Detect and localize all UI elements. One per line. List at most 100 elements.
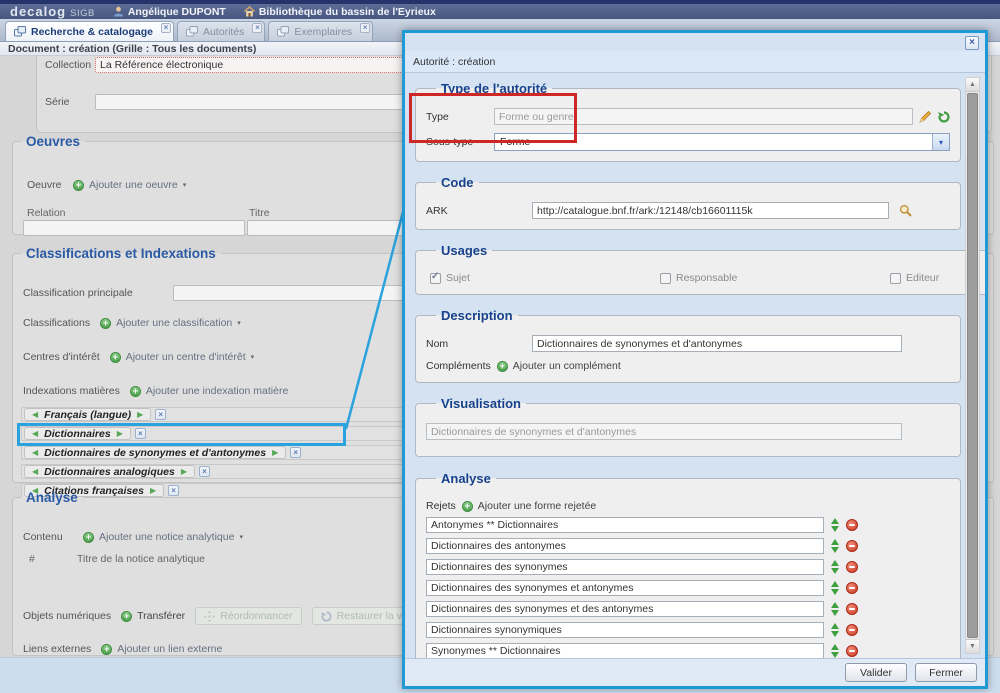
sort-updown-icon[interactable]: [831, 602, 839, 616]
subject-tag-label: Dictionnaires de synonymes et d'antonyme…: [44, 447, 266, 459]
plus-icon: +: [100, 318, 111, 329]
close-tab-icon[interactable]: ×: [360, 23, 370, 33]
usage-checkbox: Responsable: [660, 272, 890, 284]
objets-label: Objets numériques: [23, 610, 111, 622]
oeuvres-title: Oeuvres: [21, 134, 85, 149]
chevron-down-icon[interactable]: ▾: [932, 134, 949, 150]
valider-button[interactable]: Valider: [845, 663, 907, 682]
move-left-icon[interactable]: ◀: [32, 465, 38, 478]
classifications-label: Classifications: [23, 317, 90, 329]
subject-tag[interactable]: ◀ Dictionnaires analogiques ▶: [24, 465, 195, 478]
scrollbar-thumb[interactable]: [967, 93, 978, 638]
ark-label: ARK: [426, 205, 526, 217]
move-right-icon[interactable]: ▶: [181, 465, 187, 478]
classifications-title: Classifications et Indexations: [21, 246, 221, 261]
dialog-body: Type de l'autorité Type Sous-type Forme: [405, 73, 985, 658]
tab[interactable]: Recherche & catalogage ×: [5, 21, 174, 41]
add-rejet-button[interactable]: + Ajouter une forme rejetée: [462, 500, 596, 512]
notice-title-column-header: Titre de la notice analytique: [77, 553, 205, 565]
user-icon: [113, 6, 124, 17]
rejected-form-input[interactable]: [426, 559, 824, 575]
usages-checkboxes: Sujet Responsable Editeur: [426, 272, 985, 284]
remove-row-icon[interactable]: [846, 603, 858, 615]
sort-updown-icon[interactable]: [831, 644, 839, 658]
remove-row-icon[interactable]: [846, 561, 858, 573]
plus-icon: +: [83, 532, 94, 543]
restore-icon: [321, 611, 332, 622]
add-lien-button[interactable]: + Ajouter un lien externe: [101, 643, 222, 655]
move-right-icon[interactable]: ▶: [272, 446, 278, 459]
description-section: Description Nom Compléments + Ajouter un…: [415, 308, 961, 383]
close-tab-icon[interactable]: ×: [161, 23, 171, 33]
add-oeuvre-button[interactable]: + Ajouter une oeuvre ▾: [73, 179, 186, 191]
sort-updown-icon[interactable]: [831, 539, 839, 553]
usage-label: Editeur: [906, 272, 939, 284]
rejected-form-input[interactable]: [426, 622, 824, 638]
sort-updown-icon[interactable]: [831, 623, 839, 637]
rejected-form-input[interactable]: [426, 538, 824, 554]
edit-pencil-icon[interactable]: [919, 110, 932, 123]
add-rejet-row: Rejets + Ajouter une forme rejetée: [426, 500, 950, 512]
remove-row-icon[interactable]: [846, 624, 858, 636]
move-left-icon[interactable]: ◀: [32, 408, 38, 421]
rejected-form-input[interactable]: [426, 643, 824, 658]
rejected-form-input[interactable]: [426, 580, 824, 596]
add-complement-button[interactable]: + Ajouter un complément: [497, 360, 621, 372]
add-centre-button[interactable]: + Ajouter un centre d'intérêt ▾: [110, 351, 254, 363]
add-indexation-button[interactable]: + Ajouter une indexation matière: [130, 385, 288, 397]
remove-row-icon[interactable]: [846, 540, 858, 552]
remove-row-icon[interactable]: [846, 582, 858, 594]
current-library: Bibliothèque du bassin de l'Eyrieux: [244, 6, 436, 18]
breadcrumb-text: Document : création (Grille : Tous les d…: [8, 43, 256, 55]
centres-label: Centres d'intérêt: [23, 351, 100, 363]
remove-tag-icon[interactable]: ×: [290, 447, 301, 458]
sort-updown-icon[interactable]: [831, 560, 839, 574]
rejected-form-input[interactable]: [426, 601, 824, 617]
remove-row-icon[interactable]: [846, 645, 858, 657]
analyse-section-title: Analyse: [436, 471, 496, 486]
dialog-footer: Valider Fermer: [405, 658, 985, 686]
sort-updown-icon[interactable]: [831, 518, 839, 532]
ark-row: ARK: [426, 202, 950, 219]
reset-undo-icon[interactable]: [938, 111, 950, 123]
relation-input[interactable]: [23, 220, 245, 236]
current-user: Angélique DUPONT: [113, 6, 226, 18]
move-left-icon[interactable]: ◀: [32, 446, 38, 459]
search-icon[interactable]: [899, 204, 912, 217]
remove-row-icon[interactable]: [846, 519, 858, 531]
close-tab-icon[interactable]: ×: [252, 23, 262, 33]
remove-tag-icon[interactable]: ×: [155, 409, 166, 420]
library-name: Bibliothèque du bassin de l'Eyrieux: [259, 6, 436, 18]
tab[interactable]: Exemplaires ×: [268, 21, 373, 41]
copies-tab-icon: [277, 26, 289, 37]
checkbox-icon: [890, 273, 901, 284]
relation-column-header: Relation: [27, 207, 66, 219]
rejected-form-input[interactable]: [426, 517, 824, 533]
add-classification-button[interactable]: + Ajouter une classification ▾: [100, 317, 241, 329]
reordonnancer-button: Réordonnancer: [195, 607, 301, 625]
tab[interactable]: Autorités ×: [177, 21, 265, 41]
visualisation-row: [426, 423, 950, 440]
scroll-up-icon[interactable]: ▲: [966, 78, 979, 92]
rejected-form-row: [426, 559, 950, 575]
visualisation-section-title: Visualisation: [436, 396, 526, 411]
complements-row: Compléments + Ajouter un complément: [426, 360, 950, 372]
add-notice-button[interactable]: + Ajouter une notice analytique ▾: [83, 531, 243, 543]
remove-tag-icon[interactable]: ×: [199, 466, 210, 477]
close-dialog-icon[interactable]: ×: [965, 36, 979, 50]
logo-suffix: SIGB: [70, 8, 95, 19]
dialog-scrollbar[interactable]: ▲ ▼: [965, 77, 980, 654]
move-right-icon[interactable]: ▶: [137, 408, 143, 421]
ark-input[interactable]: [532, 202, 889, 219]
collection-label: Collection: [45, 59, 95, 71]
plus-icon: +: [462, 501, 473, 512]
subject-tag[interactable]: ◀ Français (langue) ▶: [24, 408, 151, 421]
sort-updown-icon[interactable]: [831, 581, 839, 595]
nom-input[interactable]: [532, 335, 902, 352]
subject-tag[interactable]: ◀ Dictionnaires de synonymes et d'antony…: [24, 446, 286, 459]
transferer-button[interactable]: + Transférer: [121, 610, 185, 622]
rejected-form-row: [426, 538, 950, 554]
fermer-button[interactable]: Fermer: [915, 663, 977, 682]
scroll-down-icon[interactable]: ▼: [966, 639, 979, 653]
application-window: decalog SIGB Angélique DUPONT Bibliothèq…: [0, 0, 1000, 693]
